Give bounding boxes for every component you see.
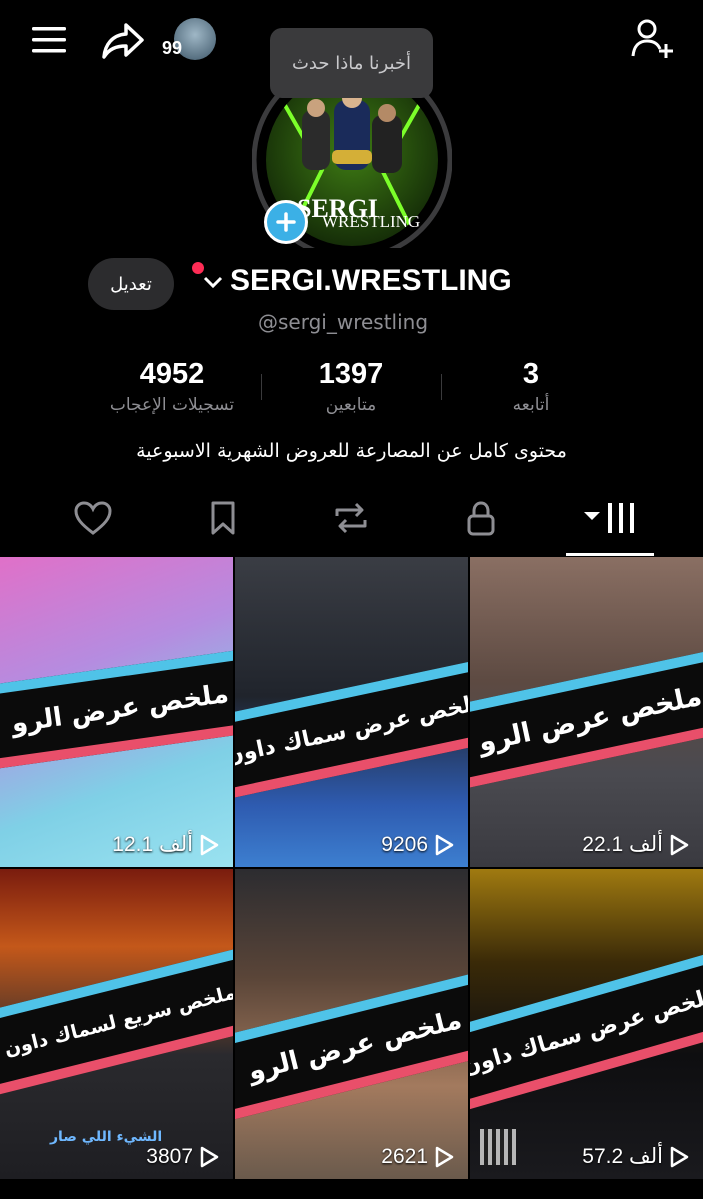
tab-liked[interactable] xyxy=(60,500,126,544)
share-arrow-icon xyxy=(102,23,144,59)
view-count-text: 57.2 ألف xyxy=(582,1145,663,1168)
avatar-logo-line2: WRESTLING xyxy=(322,212,420,231)
share-button[interactable] xyxy=(100,20,146,62)
view-count-text: 12.1 ألف xyxy=(112,833,193,856)
display-name: SERGI.WRESTLING xyxy=(230,264,512,297)
account-switch-button[interactable] xyxy=(202,274,224,290)
username: @sergi_wrestling xyxy=(258,310,429,334)
view-count-text: 2621 xyxy=(381,1145,428,1168)
view-count: 3807 xyxy=(146,1145,219,1169)
play-icon xyxy=(670,834,689,855)
followers-label: متابعين xyxy=(325,395,377,415)
video-tile-5[interactable]: ملخص عرض الرو 2621 xyxy=(235,869,468,1179)
notification-badge[interactable]: 99 xyxy=(160,16,220,66)
grid-icon xyxy=(584,503,634,533)
edit-label: تعديل xyxy=(110,273,152,295)
qr-code xyxy=(480,1129,516,1165)
play-icon xyxy=(200,834,219,855)
stat-followers[interactable]: 1397 متابعين xyxy=(270,358,432,415)
stat-divider xyxy=(261,374,262,400)
notification-count: 99 xyxy=(162,38,183,58)
status-bubble-text: أخبرنا ماذا حدث xyxy=(291,52,412,74)
play-icon xyxy=(435,834,454,856)
edit-profile-button[interactable]: تعديل xyxy=(88,258,174,310)
video-tile-3[interactable]: ملخص عرض الرو 22.1 ألف xyxy=(470,557,703,867)
chevron-down-icon xyxy=(203,276,223,289)
menu-button[interactable] xyxy=(30,24,70,56)
video-title-banner: ملخص سريع لسماك داون xyxy=(0,946,233,1096)
profile-avatar[interactable]: SERGI WRESTLING xyxy=(251,59,453,261)
view-count: 22.1 ألف xyxy=(582,832,689,857)
view-count: 9206 xyxy=(381,833,454,857)
hamburger-menu-icon xyxy=(32,27,66,53)
video-title-banner: ملخص عرض سماك داون xyxy=(470,952,703,1110)
stat-likes[interactable]: 4952 تسجيلات الإعجاب xyxy=(90,358,254,415)
video-title-banner: ملخص عرض سماك داون xyxy=(235,658,468,800)
tab-saved[interactable] xyxy=(190,500,256,544)
heart-icon xyxy=(74,501,112,535)
stat-divider xyxy=(441,374,442,400)
view-count-text: 22.1 ألف xyxy=(582,833,663,856)
stat-following[interactable]: 3 أتابعه xyxy=(450,358,612,415)
video-caption: الشيء اللي صار xyxy=(50,1129,163,1145)
play-icon xyxy=(435,1146,454,1168)
likes-count: 4952 xyxy=(139,358,205,390)
view-count-text: 3807 xyxy=(146,1145,193,1168)
active-tab-indicator xyxy=(566,553,654,556)
play-icon xyxy=(200,1146,219,1168)
tab-videos[interactable] xyxy=(566,500,654,556)
repost-icon xyxy=(335,502,367,534)
view-count: 57.2 ألف xyxy=(582,1144,689,1169)
video-title-banner: ملخص عرض الرو xyxy=(0,647,233,771)
notify-dot xyxy=(192,262,204,274)
add-avatar-button[interactable] xyxy=(264,200,308,244)
view-count: 12.1 ألف xyxy=(112,832,219,857)
video-title-banner: ملخص عرض الرو xyxy=(235,971,468,1121)
likes-label: تسجيلات الإعجاب xyxy=(109,395,235,415)
person-plus-icon xyxy=(631,19,673,58)
view-count: 2621 xyxy=(381,1145,454,1169)
play-icon xyxy=(670,1146,689,1167)
followers-count: 1397 xyxy=(318,358,384,390)
video-tile-6[interactable]: ملخص عرض سماك داون 57.2 ألف xyxy=(470,869,703,1179)
lock-icon xyxy=(467,501,495,536)
video-tile-1[interactable]: ملخص عرض الرو 12.1 ألف xyxy=(0,557,233,867)
status-bubble[interactable]: أخبرنا ماذا حدث xyxy=(270,28,433,98)
following-label: أتابعه xyxy=(512,395,550,415)
bio: محتوى كامل عن المصارعة للعروض الشهرية ال… xyxy=(136,440,567,462)
tab-private[interactable] xyxy=(448,500,514,544)
bookmark-icon xyxy=(211,501,235,535)
tab-reposts[interactable] xyxy=(318,500,384,544)
video-tile-4[interactable]: ملخص سريع لسماك داون الشيء اللي صار 3807 xyxy=(0,869,233,1179)
plus-icon xyxy=(276,212,296,232)
video-tile-2[interactable]: ملخص عرض سماك داون 9206 xyxy=(235,557,468,867)
following-count: 3 xyxy=(522,358,540,390)
add-friend-button[interactable] xyxy=(630,18,676,60)
video-title-banner: ملخص عرض الرو xyxy=(470,648,703,790)
view-count-text: 9206 xyxy=(381,833,428,856)
